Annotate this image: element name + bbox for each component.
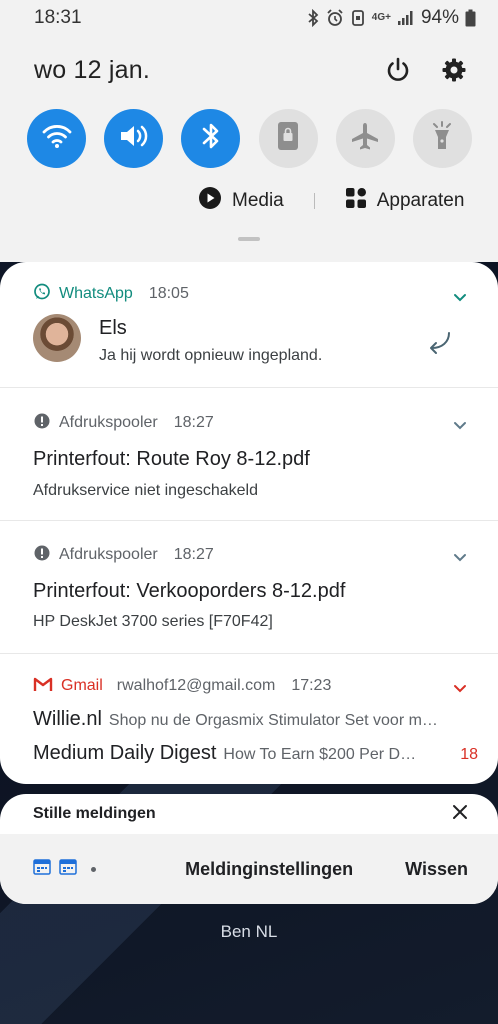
printer-notification-1[interactable]: Afdrukspooler 18:27 Printerfout: Route R…: [0, 388, 498, 521]
sender-name: Els: [99, 317, 127, 339]
silent-footer: Meldinginstellingen Wissen: [0, 834, 498, 904]
gear-icon[interactable]: [434, 52, 474, 88]
expand-chevron-icon[interactable]: [452, 680, 468, 696]
devices-button[interactable]: Apparaten: [345, 187, 465, 215]
silent-notifications-card: Stille meldingen Meldinginstellingen Wis…: [0, 794, 498, 904]
notification-header: Afdrukspooler 18:27: [33, 544, 214, 566]
notification-title: Printerfout: Verkooporders 8-12.pdf: [33, 580, 346, 602]
notification-header: Gmail rwalhof12@gmail.com 17:23: [33, 675, 331, 697]
printer-notification-2[interactable]: Afdrukspooler 18:27 Printerfout: Verkoop…: [0, 521, 498, 654]
play-icon: [198, 186, 222, 216]
quick-toggles: [27, 109, 472, 169]
flashlight-toggle[interactable]: [412, 109, 472, 168]
network-type: 4G+: [371, 12, 391, 23]
bluetooth-toggle[interactable]: [181, 109, 241, 168]
notification-time: 17:23: [291, 677, 332, 694]
silent-title: Stille meldingen: [33, 805, 156, 822]
email-sender: Medium Daily Digest: [33, 742, 217, 764]
airplane-toggle[interactable]: [335, 109, 395, 168]
alert-icon: [33, 412, 51, 435]
notification-header: WhatsApp 18:05: [33, 283, 189, 305]
alarm-icon: [326, 9, 344, 27]
flashlight-icon: [429, 120, 455, 157]
email-sender: Willie.nl: [33, 708, 102, 730]
battery-icon: [465, 9, 476, 27]
notifications-card: WhatsApp 18:05 Els Ja hij wordt opnieuw …: [0, 262, 498, 784]
unread-count-badge: 18: [460, 746, 478, 763]
email-subject: Shop nu de Orgasmix Stimulator Set voor …: [108, 712, 438, 729]
notification-text: Afdrukservice niet ingeschakeld: [33, 482, 259, 499]
quick-settings-panel: 18:31 4G+ 94% wo 12 jan. Media Apparaten: [0, 0, 498, 262]
sound-toggle[interactable]: [104, 109, 164, 168]
speaker-icon: [118, 122, 150, 155]
status-bar: 18:31 4G+ 94%: [0, 0, 498, 36]
expand-chevron-icon[interactable]: [452, 289, 468, 305]
media-label: Media: [232, 190, 284, 211]
date-text[interactable]: wo 12 jan.: [34, 56, 362, 85]
whatsapp-icon: [33, 283, 51, 306]
devices-label: Apparaten: [376, 190, 465, 211]
message-text: Ja hij wordt opnieuw ingepland.: [99, 347, 323, 364]
notification-time: 18:05: [148, 285, 189, 302]
wifi-icon: [42, 123, 72, 154]
signal-icon: [397, 10, 413, 26]
reply-icon[interactable]: [424, 330, 454, 361]
app-name: WhatsApp: [59, 285, 133, 302]
media-button[interactable]: Media: [198, 186, 284, 216]
notification-header: Afdrukspooler 18:27: [33, 412, 214, 434]
expand-chevron-icon[interactable]: [452, 417, 468, 433]
devices-grid-icon: [345, 187, 367, 215]
media-divider: [313, 193, 315, 209]
status-time: 18:31: [34, 7, 82, 28]
email-subject: How To Earn $200 Per D…: [223, 746, 417, 763]
expand-chevron-icon[interactable]: [452, 549, 468, 565]
gmail-icon: [33, 676, 53, 697]
notification-title: Printerfout: Route Roy 8-12.pdf: [33, 448, 310, 470]
whatsapp-notification[interactable]: WhatsApp 18:05 Els Ja hij wordt opnieuw …: [0, 262, 498, 388]
notification-settings-button[interactable]: Meldinginstellingen: [185, 859, 353, 880]
silent-app-icons: [33, 858, 185, 880]
wifi-toggle[interactable]: [27, 109, 86, 168]
close-icon[interactable]: [452, 804, 468, 825]
vibrate-icon: [350, 9, 366, 27]
alert-icon: [33, 544, 51, 567]
media-row: Media Apparaten: [198, 186, 468, 216]
battery-percent: 94%: [420, 7, 459, 28]
status-icons: 4G+ 94%: [306, 7, 476, 29]
app-name: Gmail: [61, 677, 103, 694]
airplane-icon: [350, 121, 380, 156]
notification-text: HP DeskJet 3700 series [F70F42]: [33, 613, 273, 630]
app-name: Afdrukspooler: [59, 414, 158, 431]
clear-button[interactable]: Wissen: [405, 859, 468, 880]
app-name: Afdrukspooler: [59, 546, 158, 563]
calendar-icon: [33, 858, 51, 880]
gmail-account: rwalhof12@gmail.com: [116, 677, 276, 694]
portrait-lock-icon: [276, 121, 300, 156]
gmail-message-row: Medium Daily Digest How To Earn $200 Per…: [33, 742, 478, 765]
more-dot-icon: [91, 866, 96, 872]
bluetooth-icon: [200, 121, 222, 156]
calendar-icon: [59, 858, 77, 880]
bluetooth-status-icon: [306, 9, 320, 27]
silent-header: Stille meldingen: [0, 794, 498, 834]
avatar: [33, 314, 81, 362]
carrier-label: Ben NL: [220, 922, 278, 941]
power-icon[interactable]: [378, 52, 418, 88]
date-row: wo 12 jan.: [34, 52, 474, 88]
screen-lock-toggle[interactable]: [258, 109, 318, 168]
panel-drag-handle[interactable]: [238, 237, 260, 241]
notification-time: 18:27: [173, 546, 214, 563]
gmail-notification[interactable]: Gmail rwalhof12@gmail.com 17:23 Willie.n…: [0, 654, 498, 784]
notification-time: 18:27: [173, 414, 214, 431]
gmail-message-row: Willie.nl Shop nu de Orgasmix Stimulator…: [33, 708, 478, 731]
